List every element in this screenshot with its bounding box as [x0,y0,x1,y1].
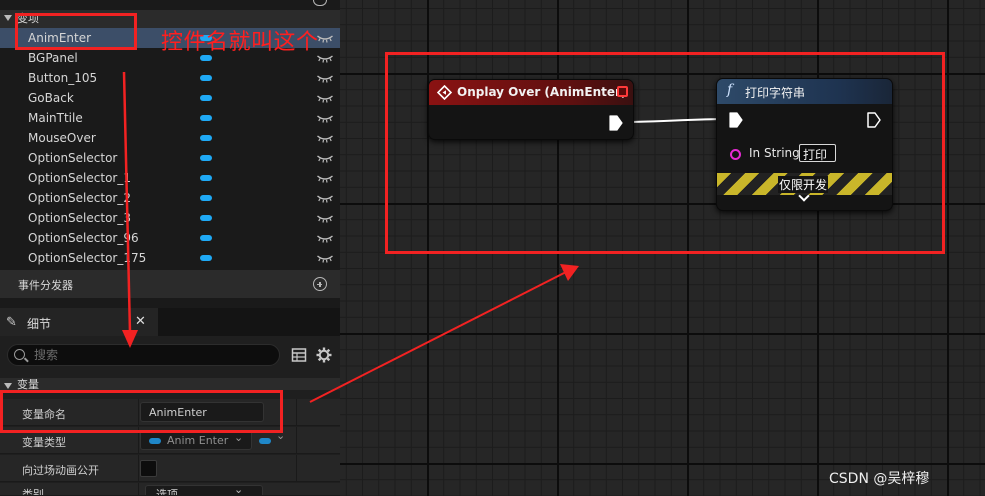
variable-type-pill-icon [200,215,212,221]
eye-closed-icon[interactable] [316,152,334,164]
variable-type-value: Anim Enter [167,434,229,447]
details-tab-bar: ✎ 细节 ✕ [0,308,340,336]
variable-type-dropdown[interactable]: Anim Enter ⌄ [140,430,252,450]
dispatchers-section-title: 事件分发器 [18,279,73,292]
variable-name: OptionSelector_1 [28,171,131,185]
variable-name: Button_105 [28,71,98,85]
tab-details-label: 细节 [27,317,52,331]
variable-name: OptionSelector_96 [28,231,139,245]
category-dropdown[interactable]: 选项 ⌄ [145,483,263,496]
search-box[interactable] [7,344,280,366]
eye-closed-icon[interactable] [316,232,334,244]
add-dispatcher-icon[interactable] [313,277,327,291]
eye-closed-icon[interactable] [316,92,334,104]
variable-name: MainTtile [28,111,83,125]
variable-type-pill-icon [200,175,212,181]
variable-row[interactable]: OptionSelector_3 [0,208,340,228]
eye-closed-icon[interactable] [316,212,334,224]
category-value: 选项 [156,488,178,496]
tab-details[interactable]: ✎ 细节 ✕ [0,308,158,336]
highlight-box-variable-name [0,390,283,433]
eye-closed-icon[interactable] [316,132,334,144]
variable-row[interactable]: OptionSelector_96 [0,228,340,248]
eye-closed-icon[interactable] [316,72,334,84]
variable-type-pill-icon [200,255,212,261]
highlight-box-graph-nodes [385,52,945,254]
variable-name: MouseOver [28,131,96,145]
variable-row[interactable]: OptionSelector [0,148,340,168]
expose-cinematics-label: 向过场动画公开 [22,464,99,477]
type-pill-icon [149,438,161,444]
table-view-icon[interactable] [291,347,307,363]
variable-name: OptionSelector_175 [28,251,147,265]
variable-row[interactable]: OptionSelector_1 [0,168,340,188]
variable-type-pill-icon [200,235,212,241]
variable-type-pill-icon [200,155,212,161]
pencil-icon: ✎ [6,315,17,330]
expose-cinematics-checkbox[interactable] [140,460,157,477]
watermark: CSDN @吴梓穆 [829,471,930,487]
container-type-dropdown[interactable]: ⌄ [258,429,290,447]
chevron-down-icon: ⌄ [234,483,244,496]
variable-type-label: 变量类型 [22,436,66,449]
eye-closed-icon[interactable] [316,112,334,124]
eye-closed-icon[interactable] [316,252,334,264]
variable-name: OptionSelector_3 [28,211,131,225]
variable-category-title: 变量 [17,378,39,390]
variable-name: OptionSelector_2 [28,191,131,205]
variable-name: OptionSelector [28,151,118,165]
variable-category-header[interactable]: 变量 [0,378,340,390]
variable-name: GoBack [28,91,74,105]
dispatchers-section-header[interactable]: 事件分发器 [0,270,340,298]
variable-row[interactable]: MouseOver [0,128,340,148]
variable-type-pill-icon [200,195,212,201]
collapse-triangle-icon[interactable] [4,15,12,21]
variable-type-pill-icon [200,135,212,141]
highlight-box-anim-enter [15,13,137,50]
variable-row[interactable]: GoBack [0,88,340,108]
close-icon[interactable]: ✕ [135,314,146,329]
variable-name: BGPanel [28,51,78,65]
variable-type-pill-icon [200,115,212,121]
collapse-triangle-icon[interactable] [4,383,12,389]
eye-closed-icon[interactable] [316,172,334,184]
variable-type-pill-icon [200,75,212,81]
settings-gear-icon[interactable] [316,347,332,363]
search-input[interactable] [34,347,264,363]
variable-type-pill-icon [200,95,212,101]
category-label: 类别 [22,488,44,496]
detail-row-expose-cinematics: 向过场动画公开 [0,455,340,482]
eye-closed-icon[interactable] [316,52,334,64]
variable-row[interactable]: OptionSelector_2 [0,188,340,208]
variables-header-plus-icon[interactable] [313,0,327,6]
annotation-text: 控件名就叫这个 [161,30,319,55]
variable-row[interactable]: MainTtile [0,108,340,128]
eye-closed-icon[interactable] [316,32,334,44]
detail-row-category: 类别 选项 ⌄ [0,483,340,496]
variable-row[interactable]: OptionSelector_175 [0,248,340,268]
eye-closed-icon[interactable] [316,192,334,204]
search-icon [14,349,25,360]
container-pill-icon [259,438,271,444]
variable-row[interactable]: Button_105 [0,68,340,88]
